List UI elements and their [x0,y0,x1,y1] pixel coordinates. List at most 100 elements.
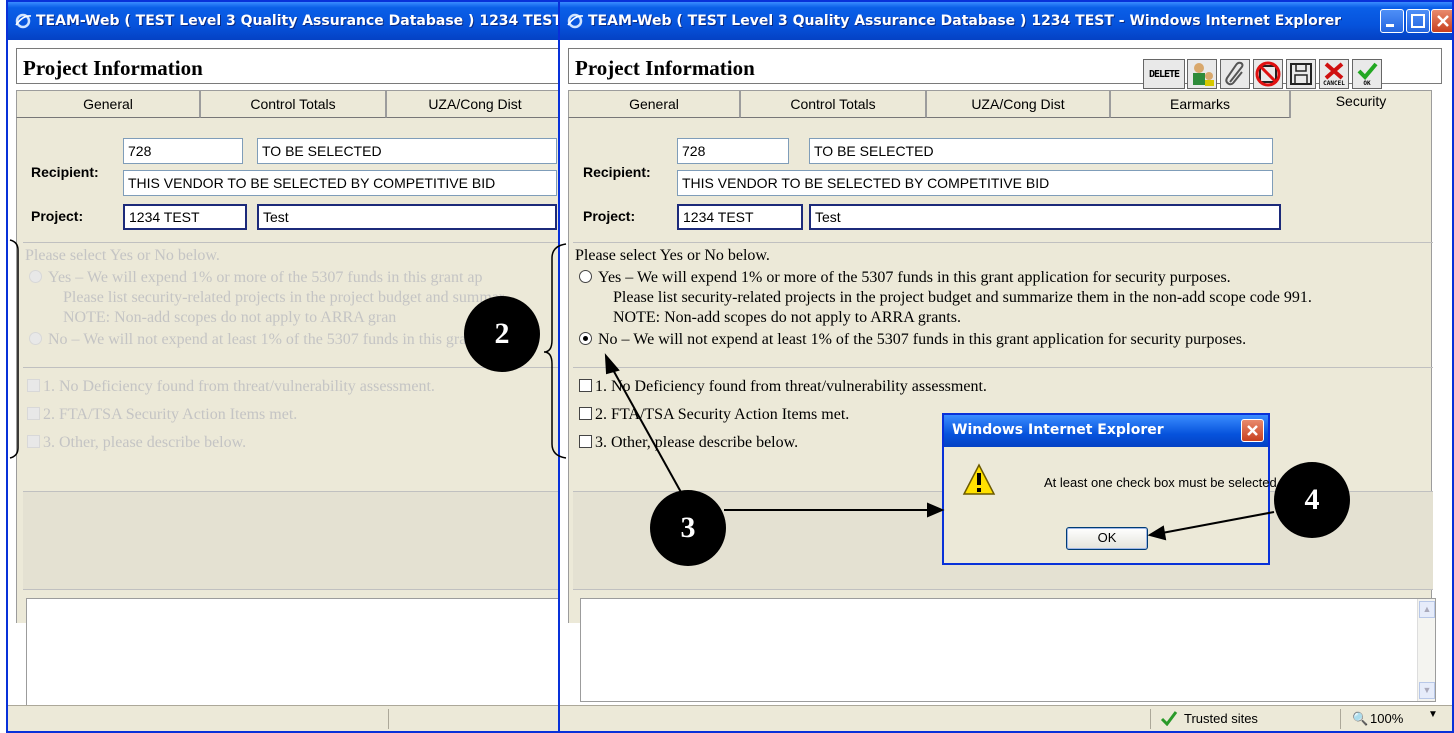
right-page: Project Information DELETE CANCEL OK Gen… [560,40,1452,731]
tab-control-totals[interactable]: Control Totals [740,90,926,118]
no-option[interactable]: No – We will not expend at least 1% of t… [579,331,1246,349]
save-button[interactable] [1286,59,1316,89]
project-name-field[interactable]: Test [809,204,1281,230]
left-no-radio[interactable] [29,332,42,345]
no-save-button[interactable] [1253,59,1283,89]
left-yes-note1: Please list security-related projects in… [63,289,505,306]
left-page-title: Project Information [23,56,203,80]
left-no-option[interactable]: No – We will not expend at least 1% of t… [29,331,479,349]
left-prompt: Please select Yes or No below. [25,247,220,264]
status-divider-2 [1340,709,1341,729]
left-panel: Recipient: 728 TO BE SELECTED THIS VENDO… [16,118,562,623]
dialog-ok-button[interactable]: OK [1066,527,1148,550]
left-header: Project Information [16,48,562,84]
left-recipient-id-field[interactable]: 728 [123,138,243,164]
left-status-bar [8,705,562,731]
left-browser-window: TEAM-Web ( TEST Level 3 Quality Assuranc… [6,0,562,733]
left-project-id-field[interactable]: 1234 TEST [123,204,247,230]
check-item-3[interactable]: 3. Other, please describe below. [579,434,798,452]
left-checkbox-1[interactable] [27,379,40,392]
left-description-textarea[interactable] [26,598,562,706]
left-check-1[interactable]: 1. No Deficiency found from threat/vulne… [27,378,435,396]
right-window-title: TEAM-Web ( TEST Level 3 Quality Assuranc… [588,13,1342,29]
tab-uza-cong-dist[interactable]: UZA/Cong Dist [926,90,1110,118]
left-yes-note2: NOTE: Non-add scopes do not apply to ARR… [63,309,397,326]
left-recipient-name-field[interactable]: TO BE SELECTED [257,138,557,164]
users-button[interactable] [1187,59,1217,89]
minimize-button[interactable] [1380,9,1404,33]
attachment-button[interactable] [1220,59,1250,89]
dialog-close-button[interactable] [1241,419,1264,442]
check-item-2[interactable]: 2. FTA/TSA Security Action Items met. [579,406,849,424]
yes-radio[interactable] [579,270,592,283]
left-window-title: TEAM-Web ( TEST Level 3 Quality Assuranc… [36,13,562,29]
dialog-message: At least one check box must be selected. [1044,475,1281,490]
project-id-field[interactable]: 1234 TEST [677,204,803,230]
right-title-bar[interactable]: TEAM-Web ( TEST Level 3 Quality Assuranc… [560,2,1452,40]
right-browser-window: TEAM-Web ( TEST Level 3 Quality Assuranc… [558,0,1454,733]
left-check-1-label: 1. No Deficiency found from threat/vulne… [43,378,435,395]
left-check-3[interactable]: 3. Other, please describe below. [27,434,246,452]
textarea-scrollbar[interactable]: ▲ ▼ [1417,599,1435,701]
left-checkbox-3[interactable] [27,435,40,448]
recipient-id-field[interactable]: 728 [677,138,789,164]
no-text: No – We will not expend at least 1% of t… [598,331,1247,348]
ok-label: OK [1363,79,1371,87]
cancel-button[interactable]: CANCEL [1319,59,1349,89]
left-status-divider [388,709,389,729]
green-check-icon [1357,62,1378,80]
right-status-bar: Trusted sites 🔍 100% ▼ [560,705,1452,731]
maximize-button[interactable] [1406,9,1430,33]
close-icon [1437,15,1449,27]
check-2-label: 2. FTA/TSA Security Action Items met. [595,406,850,423]
left-checklist: 1. No Deficiency found from threat/vulne… [23,368,562,492]
yes-note-1: Please list security-related projects in… [613,289,1312,306]
ie-logo-icon [567,13,584,29]
left-project-label: Project: [31,208,84,224]
checkbox-1[interactable] [579,379,592,392]
tab-security[interactable]: Security [1290,90,1432,118]
floppy-disk-icon [1290,63,1312,85]
scroll-down-arrow-icon[interactable]: ▼ [1419,682,1435,699]
left-blank-section [23,492,562,590]
left-checkbox-2[interactable] [27,407,40,420]
delete-button[interactable]: DELETE [1143,59,1185,89]
tab-earmarks[interactable]: Earmarks [1110,90,1290,118]
right-page-title: Project Information [575,56,755,80]
checkbox-2[interactable] [579,407,592,420]
callout-3: 3 [650,490,726,566]
left-recipient-label: Recipient: [31,164,99,180]
left-project-name-field[interactable]: Test [257,204,557,230]
check-item-1[interactable]: 1. No Deficiency found from threat/vulne… [579,378,987,396]
dialog-title-bar[interactable]: Windows Internet Explorer [944,415,1268,447]
scroll-up-arrow-icon[interactable]: ▲ [1419,601,1435,618]
no-radio[interactable] [579,332,592,345]
left-tab-general[interactable]: General [16,90,200,118]
recipient-desc-field[interactable]: THIS VENDOR TO BE SELECTED BY COMPETITIV… [677,170,1273,196]
left-check-2[interactable]: 2. FTA/TSA Security Action Items met. [27,406,297,424]
cancel-label: CANCEL [1323,79,1345,87]
description-textarea[interactable]: ▲ ▼ [580,598,1436,702]
status-divider-1 [1150,709,1151,729]
left-yes-option[interactable]: Yes – We will expend 1% or more of the 5… [29,269,483,287]
recipient-name-field[interactable]: TO BE SELECTED [809,138,1273,164]
paperclip-icon [1225,61,1244,86]
window-close-button[interactable] [1431,9,1452,33]
security-prompt: Please select Yes or No below. [575,247,770,264]
check-1-label: 1. No Deficiency found from threat/vulne… [595,378,987,395]
yes-option[interactable]: Yes – We will expend 1% or more of the 5… [579,269,1231,287]
yes-text: Yes – We will expend 1% or more of the 5… [598,269,1231,286]
zoom-dropdown-icon[interactable]: ▼ [1428,709,1438,720]
left-recipient-desc-field[interactable]: THIS VENDOR TO BE SELECTED BY COMPETITIV… [123,170,557,196]
left-yes-radio[interactable] [29,270,42,283]
trusted-sites-icon [1160,710,1178,729]
left-tab-uza-cong-dist[interactable]: UZA/Cong Dist [386,90,562,118]
left-title-bar[interactable]: TEAM-Web ( TEST Level 3 Quality Assuranc… [8,2,562,40]
checkbox-3[interactable] [579,435,592,448]
ok-button[interactable]: OK [1352,59,1382,89]
zoom-level[interactable]: 100% [1370,711,1403,726]
minimize-icon [1386,24,1394,27]
tab-general[interactable]: General [568,90,740,118]
left-tab-control-totals[interactable]: Control Totals [200,90,386,118]
check-3-label: 3. Other, please describe below. [595,434,799,451]
